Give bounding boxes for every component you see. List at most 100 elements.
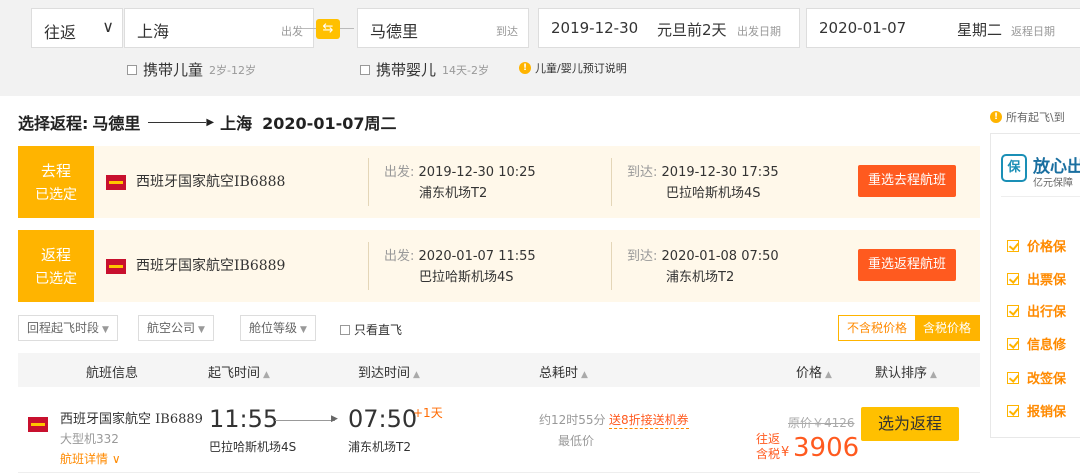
flight-detail-label: 航班详情 [60, 452, 109, 466]
route-arrow-line [148, 121, 207, 123]
flight-detail-link[interactable]: 航班详情 ∨ [60, 450, 121, 467]
airline-logo-icon [106, 175, 126, 190]
guarantee-item[interactable]: 价格保 [1007, 236, 1066, 255]
check-icon [1007, 239, 1019, 252]
check-icon [1007, 371, 1019, 384]
depart-date-tip: 出发日期 [737, 25, 781, 38]
outbound-departure-airport: 浦东机场T2 [419, 186, 488, 201]
select-return-button[interactable]: 选为返程 [861, 407, 959, 441]
from-city-tip: 出发 [281, 25, 303, 38]
child-checkbox[interactable] [127, 64, 137, 75]
info-icon: ! [519, 62, 531, 74]
col-duration-label: 总耗时 [539, 366, 579, 381]
arrival-time: 07:50 [348, 405, 418, 433]
col-default-sort[interactable]: 默认排序 ▲ [875, 362, 937, 381]
guarantee-item[interactable]: 信息修 [1007, 334, 1066, 353]
booking-info-link[interactable]: ! 儿童/婴儿预订说明 [519, 60, 627, 76]
guarantee-item[interactable]: 报销保 [1007, 401, 1066, 420]
return-badge-label: 返程 [40, 246, 71, 264]
outbound-departure-time: 2019-12-30 10:25 [418, 165, 536, 180]
return-date-value: 2020-01-07 [819, 19, 907, 37]
reselect-return-button[interactable]: 重选返程航班 [858, 249, 957, 281]
direct-only-option[interactable]: 只看直飞 [340, 321, 402, 338]
arrival-airport: 浦东机场T2 [348, 440, 411, 454]
guarantee-item-label: 出票保 [1027, 273, 1067, 288]
original-price: 原价￥4126 [788, 416, 855, 430]
return-date-input[interactable]: 2020-01-07 星期二 返程日期 [806, 8, 1080, 48]
swap-line-right [340, 28, 354, 29]
title-prefix: 选择返程: [18, 114, 89, 133]
outbound-arrival: 到达: 2019-12-30 17:35 [627, 161, 779, 180]
notice-icon: ! [990, 111, 1002, 123]
arrival-key: 到达: [627, 249, 658, 264]
trip-type-select[interactable]: 往返 ∨ [31, 8, 123, 48]
flight-arrow-icon: ▶ [331, 414, 338, 424]
depart-date-value: 2019-12-30 [551, 19, 639, 37]
guarantee-item[interactable]: 出行保 [1007, 301, 1066, 320]
table-header: 航班信息 起飞时间 ▲ 到达时间 ▲ 总耗时 ▲ 价格 ▲ 默认排序 ▲ [18, 353, 980, 387]
return-badge: 返程 已选定 [18, 230, 94, 302]
guarantee-item[interactable]: 出票保 [1007, 269, 1066, 288]
return-arrival-airport: 浦东机场T2 [666, 270, 735, 285]
from-city-value: 上海 [137, 22, 170, 41]
return-airline: 西班牙国家航空IB6889 [136, 258, 286, 274]
divider [611, 242, 612, 290]
divider [611, 158, 612, 206]
to-city-tip: 到达 [496, 25, 518, 38]
col-arrival[interactable]: 到达时间 ▲ [358, 362, 420, 381]
return-date-tip: 返程日期 [1011, 25, 1055, 38]
col-price[interactable]: 价格 ▲ [796, 362, 832, 381]
check-icon [1007, 404, 1019, 417]
col-duration[interactable]: 总耗时 ▲ [539, 362, 588, 381]
swap-icon[interactable]: ⇆ [316, 19, 340, 39]
outbound-badge-status: 已选定 [35, 187, 77, 203]
booking-info-label: 儿童/婴儿预订说明 [535, 62, 627, 75]
price-incl-tax-tab[interactable]: 含税价格 [914, 316, 979, 340]
guarantee-item[interactable]: 改签保 [1007, 368, 1066, 387]
child-option[interactable]: 携带儿童 2岁-12岁 [127, 59, 256, 80]
to-city-value: 马德里 [370, 22, 419, 41]
trip-type-label: 往返 [44, 23, 77, 42]
currency-symbol: ¥ [781, 445, 790, 460]
return-departure: 出发: 2020-01-07 11:55 [384, 245, 536, 264]
check-icon [1007, 272, 1019, 285]
infant-checkbox[interactable] [360, 64, 370, 75]
outbound-arrival-airport: 巴拉哈斯机场4S [666, 186, 761, 201]
to-city-input[interactable]: 马德里 到达 [357, 8, 529, 48]
side-notice: ! 所有起飞\到 [990, 109, 1065, 125]
cabin-filter-select[interactable]: 舱位等级 ▼ [240, 315, 316, 341]
direct-only-checkbox[interactable] [340, 324, 350, 335]
cabin-filter-label: 舱位等级 [249, 321, 298, 335]
infant-option[interactable]: 携带婴儿 14天-2岁 [360, 59, 489, 80]
divider [368, 158, 369, 206]
direct-only-label: 只看直飞 [354, 323, 403, 337]
side-notice-text: 所有起飞\到 [1006, 111, 1065, 124]
return-badge-status: 已选定 [35, 271, 77, 287]
depart-date-input[interactable]: 2019-12-30 元旦前2天 出发日期 [538, 8, 800, 48]
return-departure-time: 2020-01-07 11:55 [418, 249, 536, 264]
price-excl-tax-tab[interactable]: 不含税价格 [838, 316, 915, 340]
caret-down-icon: ▼ [102, 325, 109, 335]
divider [368, 242, 369, 290]
col-arrival-label: 到达时间 [358, 366, 411, 381]
filter-bar: 回程起飞时段 ▼ 航空公司 ▼ 舱位等级 ▼ 只看直飞 不含税价格 含税价格 [18, 315, 980, 345]
airline-filter-select[interactable]: 航空公司 ▼ [138, 315, 214, 341]
col-departure[interactable]: 起飞时间 ▲ [208, 362, 270, 381]
coupon-link[interactable]: 送8折接送机券 [609, 411, 689, 429]
time-filter-label: 回程起飞时段 [27, 321, 100, 335]
guarantee-item-label: 出行保 [1027, 305, 1067, 320]
title-from: 马德里 [92, 114, 141, 133]
return-weekday: 星期二 [957, 21, 1003, 39]
infant-age: 14天-2岁 [442, 63, 489, 77]
reselect-outbound-button[interactable]: 重选去程航班 [858, 165, 957, 197]
outbound-arrival-time: 2019-12-30 17:35 [661, 165, 779, 180]
sort-up-icon: ▲ [825, 370, 832, 380]
airline-logo-icon [106, 259, 126, 274]
time-filter-select[interactable]: 回程起飞时段 ▼ [18, 315, 118, 341]
guarantee-item-label: 信息修 [1027, 338, 1067, 353]
lowest-price-tag: 最低价 [558, 434, 595, 448]
from-city-input[interactable]: 上海 出发 [124, 8, 314, 48]
return-arrival: 到达: 2020-01-08 07:50 [627, 245, 779, 264]
flight-line [275, 420, 335, 421]
sort-up-icon: ▲ [581, 370, 588, 380]
